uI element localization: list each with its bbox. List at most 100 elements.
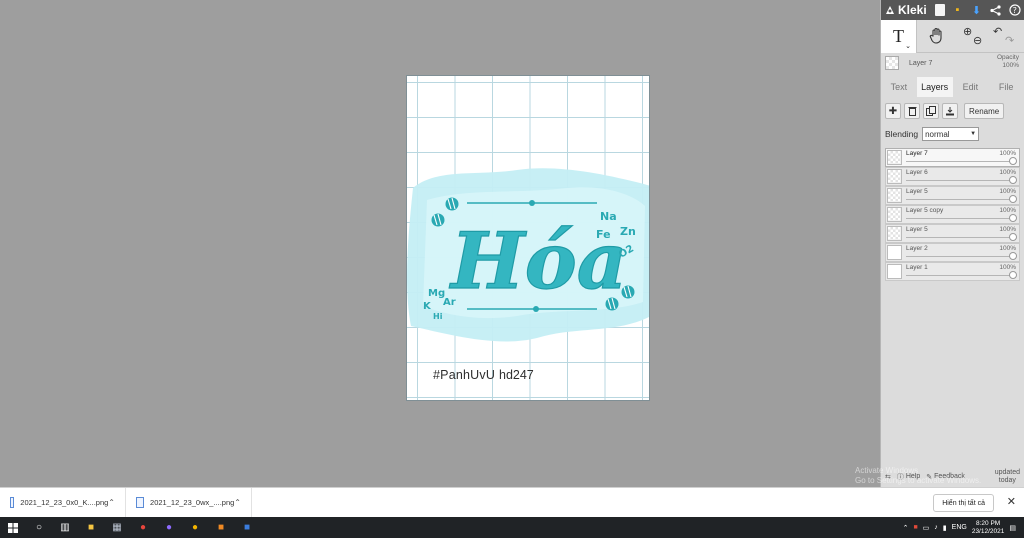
search-icon[interactable]: ○	[26, 517, 52, 538]
download-item[interactable]: 2021_12_23_0wx_....png ⌃	[126, 487, 252, 518]
layer-opacity-slider[interactable]	[906, 161, 1013, 162]
download-icon[interactable]: ⬇	[970, 4, 983, 17]
layer-item[interactable]: Layer 5 copy 100%	[885, 205, 1020, 224]
chevron-up-icon[interactable]: ⌃	[108, 498, 115, 507]
updated-badge[interactable]: updated today	[995, 469, 1020, 485]
download-filename: 2021_12_23_0x0_K....png	[20, 498, 109, 507]
layer-opacity: 100%	[999, 245, 1016, 252]
network-icon[interactable]: ▭	[923, 524, 930, 532]
duplicate-layer-button[interactable]	[923, 103, 939, 119]
current-layer-name: Layer 7	[909, 59, 933, 67]
layer-item[interactable]: Layer 6 100%	[885, 167, 1020, 186]
zoom-out-icon[interactable]: ⊖	[973, 34, 982, 47]
layer-item[interactable]: Layer 7 100%	[885, 148, 1020, 167]
rename-button[interactable]: Rename	[964, 103, 1005, 119]
merge-down-icon	[946, 107, 954, 116]
layer-opacity: 100%	[999, 226, 1016, 233]
layer-opacity-slider[interactable]	[906, 275, 1013, 276]
volume-icon[interactable]: ♪	[934, 524, 938, 531]
layer-opacity-slider[interactable]	[906, 237, 1013, 238]
tab-text[interactable]: Text	[881, 77, 917, 97]
kleki-logo[interactable]: Kleki	[884, 3, 927, 17]
opacity-readout: Opacity 100%	[996, 54, 1019, 69]
battery-icon[interactable]: ▮	[943, 524, 947, 532]
text-tool-icon: T	[893, 25, 904, 46]
layer-item[interactable]: Layer 5 100%	[885, 224, 1020, 243]
trash-icon	[908, 107, 916, 116]
current-layer-thumbnail	[885, 56, 899, 70]
hand-tool-button[interactable]	[917, 20, 957, 53]
zoom-in-icon[interactable]: ⊕	[963, 25, 972, 38]
chevron-down-icon: ⌄	[905, 41, 911, 50]
calculator-icon[interactable]: ▦	[104, 517, 130, 538]
tool-row: T ⌄ ⊕ ⊖ ↶ ↷	[881, 19, 1024, 53]
new-image-icon[interactable]	[935, 4, 945, 16]
undo-icon[interactable]: ↶	[993, 25, 1002, 38]
windows-start-icon[interactable]	[0, 517, 26, 538]
layer-thumbnail	[887, 150, 902, 165]
antivirus-icon[interactable]: ■	[913, 524, 917, 531]
notification-icon[interactable]: ▤	[1009, 524, 1016, 532]
layer-opacity-slider[interactable]	[906, 199, 1013, 200]
file-explorer-icon[interactable]: ■	[78, 517, 104, 538]
close-icon[interactable]: ✕	[1007, 495, 1016, 508]
chrome-icon[interactable]: ●	[130, 517, 156, 538]
duplicate-icon	[926, 106, 936, 116]
slider-knob[interactable]	[1009, 233, 1017, 241]
slider-knob[interactable]	[1009, 195, 1017, 203]
merge-layer-button[interactable]	[942, 103, 958, 119]
layer-list: Layer 7 100% Layer 6 100% Layer 5 100% L…	[881, 148, 1024, 281]
workspace[interactable]: Hóa Mg K Ar Hi Na Fe Zn O2 #PanhUvU hd24…	[0, 0, 880, 487]
share-icon[interactable]	[989, 4, 1002, 17]
layer-opacity: 100%	[999, 169, 1016, 176]
layer-opacity-slider[interactable]	[906, 218, 1013, 219]
messenger-icon[interactable]: ●	[156, 517, 182, 538]
hashtag-text: #PanhUvU	[433, 368, 496, 382]
delete-layer-button[interactable]	[904, 103, 920, 119]
chevron-down-icon: ▼	[970, 131, 977, 137]
slider-knob[interactable]	[1009, 271, 1017, 279]
layer-opacity: 100%	[999, 150, 1016, 157]
redo-icon[interactable]: ↷	[1005, 34, 1014, 47]
svg-text:Fe: Fe	[596, 228, 611, 241]
tab-file[interactable]: File	[988, 77, 1024, 97]
layer-item[interactable]: Layer 5 100%	[885, 186, 1020, 205]
plus-icon: ✚	[888, 105, 898, 117]
chevron-up-icon[interactable]: ⌃	[234, 498, 241, 507]
slider-knob[interactable]	[1009, 176, 1017, 184]
slider-knob[interactable]	[1009, 157, 1017, 165]
kleki-logo-icon	[886, 6, 894, 14]
chrome-profile-icon[interactable]: ●	[182, 517, 208, 538]
layer-item[interactable]: Layer 1 100%	[885, 262, 1020, 281]
slider-knob[interactable]	[1009, 214, 1017, 222]
show-all-button[interactable]: Hiển thị tất cả	[933, 494, 994, 512]
activation-watermark: Activate Windows Go to Settings to activ…	[855, 466, 982, 485]
layer-opacity-slider[interactable]	[906, 256, 1013, 257]
chevron-up-icon[interactable]: ⌃	[903, 524, 909, 532]
app-g-icon[interactable]: ■	[208, 517, 234, 538]
blending-row: Blending normal ▼	[881, 124, 1024, 144]
artwork: Hóa Mg K Ar Hi Na Fe Zn O2	[407, 168, 649, 342]
clock[interactable]: 8:20 PM 23/12/2021	[972, 520, 1005, 536]
save-icon[interactable]: ▪	[951, 4, 964, 17]
tab-edit[interactable]: Edit	[953, 77, 989, 97]
word-icon[interactable]: ■	[234, 517, 260, 538]
layer-name: Layer 5	[906, 226, 928, 233]
slider-knob[interactable]	[1009, 252, 1017, 260]
add-layer-button[interactable]: ✚	[885, 103, 901, 119]
svg-text:?: ?	[1012, 6, 1016, 15]
language-indicator[interactable]: ENG	[952, 524, 967, 531]
layer-thumbnail	[887, 264, 902, 279]
layer-thumbnail	[887, 245, 902, 260]
text-tool-button[interactable]: T ⌄	[881, 19, 917, 53]
svg-text:Zn: Zn	[620, 225, 636, 238]
layer-item[interactable]: Layer 2 100%	[885, 243, 1020, 262]
drawing-canvas[interactable]: Hóa Mg K Ar Hi Na Fe Zn O2 #PanhUvU hd24…	[406, 75, 650, 401]
download-item[interactable]: 2021_12_23_0x0_K....png ⌃	[0, 487, 126, 518]
tab-layers[interactable]: Layers	[916, 77, 953, 97]
layer-opacity: 100%	[999, 207, 1016, 214]
blending-select[interactable]: normal ▼	[922, 127, 980, 141]
help-icon[interactable]: ?	[1008, 4, 1021, 17]
task-view-icon[interactable]: ▥	[52, 517, 78, 538]
layer-opacity-slider[interactable]	[906, 180, 1013, 181]
